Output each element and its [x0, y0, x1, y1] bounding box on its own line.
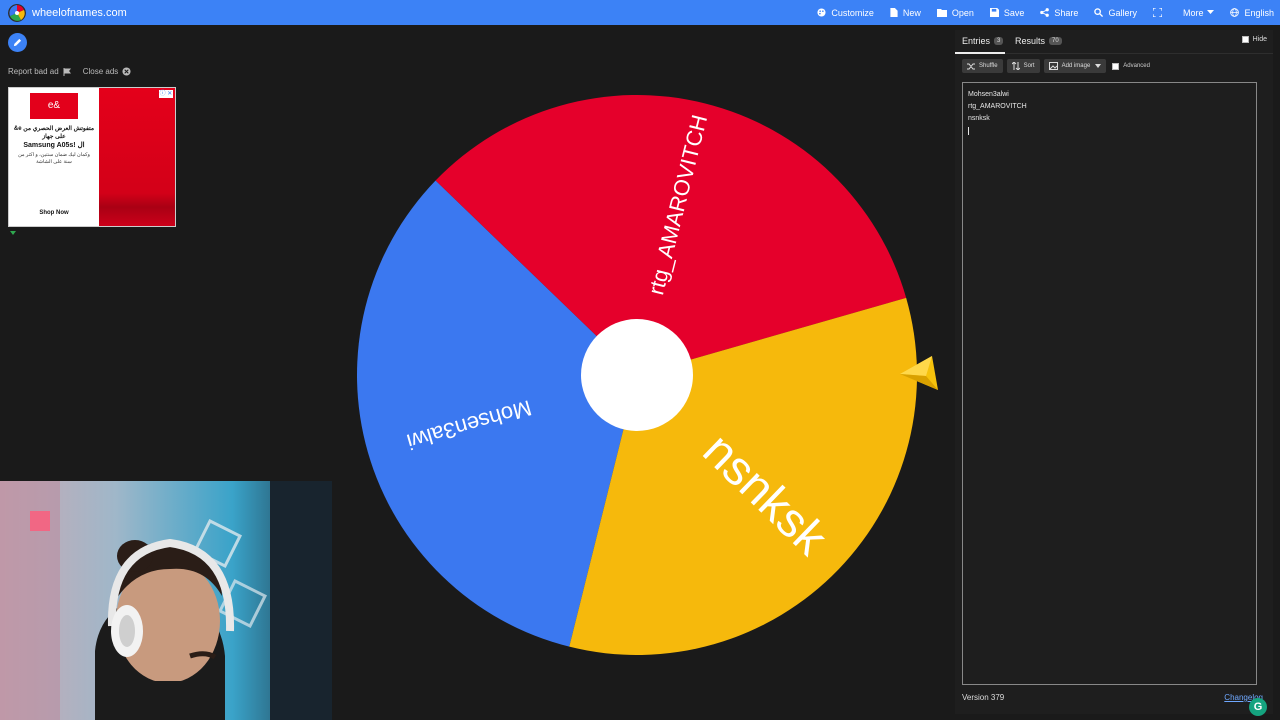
share-icon [1040, 8, 1050, 17]
image-icon [1048, 62, 1058, 70]
wheel-pointer-icon [900, 356, 938, 390]
advanced-toggle[interactable]: Advanced [1112, 62, 1150, 70]
edit-button[interactable] [8, 33, 27, 52]
open-button[interactable]: Open [936, 7, 974, 18]
fullscreen-button[interactable] [1152, 8, 1167, 17]
hide-toggle[interactable]: Hide [1241, 36, 1267, 43]
globe-icon [1230, 8, 1240, 17]
brand[interactable]: wheelofnames.com [8, 3, 127, 22]
grammarly-icon[interactable]: G [1249, 698, 1267, 716]
ad-image [99, 88, 175, 226]
close-ads-link[interactable]: Close ads [83, 67, 132, 76]
close-ads-label: Close ads [82, 67, 119, 76]
open-label: Open [951, 7, 974, 18]
tab-entries-label: Entries [962, 36, 991, 46]
flag-icon [63, 67, 71, 76]
save-label: Save [1003, 7, 1025, 18]
chevron-down-icon [1207, 10, 1215, 14]
entry-line: Mohsen3alwi [968, 91, 1009, 98]
ad-choices-icon[interactable]: ⓘ ✕ [159, 90, 173, 98]
report-ad-label: Report bad ad [8, 67, 59, 76]
ad-links: Report bad ad Close ads [8, 67, 143, 76]
ad-content: e& متفوتش العرض الحصري من e& على جهاز Sa… [9, 88, 99, 226]
tab-results[interactable]: Results 70 [1015, 36, 1062, 46]
entries-panel: Entries 3 Results 70 Hide Shuffle Sort A… [955, 30, 1273, 714]
new-label: New [902, 7, 921, 18]
share-label: Share [1054, 7, 1079, 18]
entries-textarea[interactable]: Mohsen3alwi rtg_AMAROVITCH nsnksk [962, 82, 1257, 685]
wheel-of-names[interactable]: Mohsen3alwirtg_AMAROVITCHnsnksk [352, 90, 922, 660]
shuffle-icon [967, 63, 975, 69]
sort-button[interactable]: Sort [1006, 59, 1040, 73]
advanced-label: Advanced [1123, 63, 1150, 69]
chevron-down-icon [1095, 64, 1102, 68]
more-menu[interactable]: More [1183, 8, 1215, 18]
ad-marker-icon [10, 231, 16, 235]
report-ad-link[interactable]: Report bad ad [8, 67, 71, 76]
results-count-badge: 70 [1049, 37, 1062, 45]
ad-logo: e& [30, 93, 78, 119]
close-circle-icon [122, 67, 131, 76]
save-icon [989, 8, 999, 17]
add-image-button[interactable]: Add image [1043, 59, 1107, 73]
more-label: More [1182, 7, 1204, 18]
fullscreen-icon [1152, 8, 1162, 17]
active-tab-indicator [955, 52, 1005, 54]
ad-headline-2: Samsung A05s! ال [23, 142, 85, 149]
webcam-overlay [0, 481, 332, 720]
brand-title: wheelofnames.com [32, 6, 127, 19]
pencil-icon [13, 38, 22, 47]
entry-line: nsnksk [968, 115, 990, 122]
ad-subtext: وكمان ليك ضمان سنتين، و اكتر من سنة على … [18, 152, 90, 165]
save-button[interactable]: Save [989, 7, 1025, 18]
wheel-logo-icon [8, 3, 26, 22]
top-bar: wheelofnames.com Customize New Open Save… [0, 0, 1280, 25]
ad-headline: متفوتش العرض الحصري من e& على جهاز [13, 126, 95, 140]
entry-line: rtg_AMAROVITCH [968, 103, 1027, 110]
webcam-image [0, 481, 332, 720]
gallery-button[interactable]: Gallery [1094, 8, 1137, 18]
add-image-label: Add image [1061, 63, 1091, 69]
hide-label: Hide [1252, 36, 1267, 43]
new-button[interactable]: New [890, 8, 921, 18]
advertisement[interactable]: e& متفوتش العرض الحصري من e& على جهاز Sa… [8, 87, 176, 227]
customize-button[interactable]: Customize [817, 8, 874, 18]
folder-icon [936, 8, 947, 17]
language-menu[interactable]: English [1230, 8, 1274, 18]
entries-toolbar: Shuffle Sort Add image Advanced [962, 59, 1150, 73]
search-icon [1094, 8, 1104, 17]
gallery-label: Gallery [1108, 7, 1137, 18]
hide-checkbox[interactable] [1241, 36, 1249, 43]
version-label: Version 379 [962, 693, 1005, 702]
customize-label: Customize [831, 7, 874, 18]
language-label: English [1244, 7, 1274, 18]
tab-entries[interactable]: Entries 3 [962, 36, 1004, 46]
shuffle-button[interactable]: Shuffle [962, 59, 1003, 73]
new-file-icon [890, 8, 898, 17]
tab-results-label: Results [1015, 36, 1046, 46]
palette-icon [817, 8, 826, 17]
sort-label: Sort [1023, 63, 1035, 69]
top-nav: Customize New Open Save Share Gallery Mo… [801, 0, 1274, 25]
share-button[interactable]: Share [1040, 8, 1078, 18]
text-caret [968, 127, 969, 135]
ad-shop-now[interactable]: Shop Now [9, 210, 99, 216]
shuffle-label: Shuffle [979, 63, 998, 69]
advanced-checkbox[interactable] [1112, 62, 1120, 70]
sort-icon [1011, 62, 1020, 70]
entries-count-badge: 3 [994, 37, 1004, 45]
panel-tabs: Entries 3 Results 70 Hide [955, 30, 1273, 54]
wheel-hub[interactable] [581, 319, 693, 431]
